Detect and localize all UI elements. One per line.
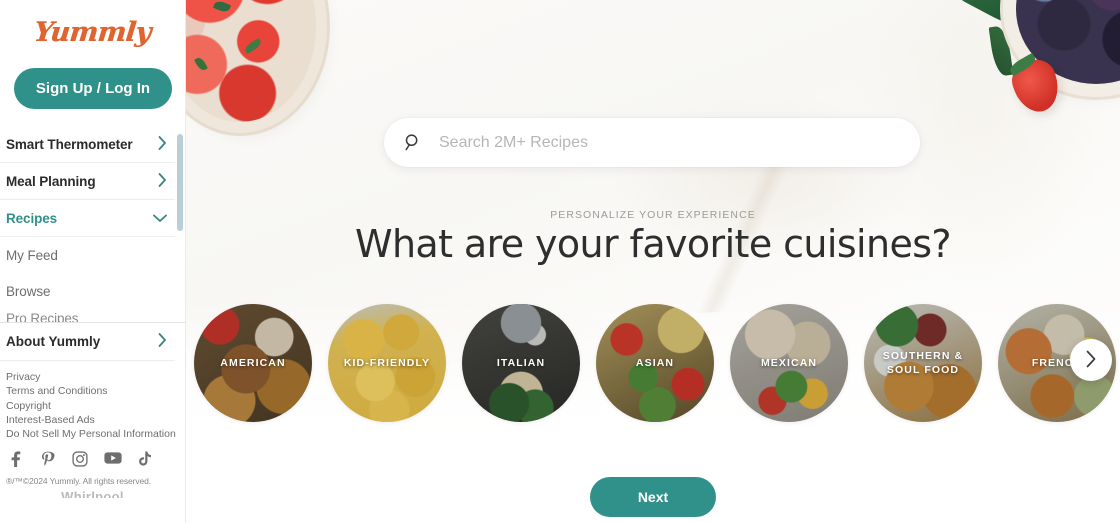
chevron-down-icon xyxy=(153,211,167,225)
sidebar-item-meal-planning[interactable]: Meal Planning xyxy=(0,163,175,200)
search-icon xyxy=(404,133,423,152)
cuisine-label: SOUTHERN & SOUL FOOD xyxy=(882,350,964,376)
sidebar-subitem-label: Browse xyxy=(6,283,51,299)
legal-link-copyright[interactable]: Copyright xyxy=(6,399,185,413)
legal-link-terms[interactable]: Terms and Conditions xyxy=(6,384,185,398)
legal-link-interest-based-ads[interactable]: Interest-Based Ads xyxy=(6,413,185,427)
logo-wrap: Yummly xyxy=(0,0,185,64)
sidebar-subitem-my-feed[interactable]: My Feed xyxy=(0,237,185,273)
search-bar[interactable] xyxy=(384,118,920,167)
yummly-logo[interactable]: Yummly xyxy=(33,17,153,48)
cuisine-card-kid-friendly[interactable]: KID-FRIENDLY xyxy=(328,304,446,422)
sidebar-subitem-browse[interactable]: Browse xyxy=(0,273,185,309)
cuisine-label: ITALIAN xyxy=(496,357,546,369)
sidebar-scrollbar-thumb[interactable] xyxy=(177,134,183,231)
cuisine-card-american[interactable]: AMERICAN xyxy=(194,304,312,422)
sign-up-login-button[interactable]: Sign Up / Log In xyxy=(14,68,172,109)
pinterest-icon[interactable] xyxy=(40,451,56,467)
cuisine-card-southern-soul-food[interactable]: SOUTHERN & SOUL FOOD xyxy=(864,304,982,422)
copyright-text: ®/™©2024 Yummly. All rights reserved. xyxy=(6,476,152,487)
chevron-right-icon xyxy=(158,173,167,189)
chevron-right-icon xyxy=(158,136,167,152)
page-title: What are your favorite cuisines? xyxy=(354,222,952,266)
social-links xyxy=(0,441,185,468)
sidebar-nav-scroll-area: Smart Thermometer Meal Planning Recipes … xyxy=(0,126,185,322)
sidebar-item-recipes[interactable]: Recipes xyxy=(0,200,175,237)
sidebar-subitem-label: My Feed xyxy=(6,247,58,263)
sidebar-item-label: Recipes xyxy=(6,210,58,226)
yummly-onboarding-page: Yummly Sign Up / Log In Smart Thermomete… xyxy=(0,0,1120,523)
sidebar-item-smart-thermometer[interactable]: Smart Thermometer xyxy=(0,126,175,163)
sidebar-subitem-pro-recipes[interactable]: Pro Recipes xyxy=(0,309,185,323)
facebook-icon[interactable] xyxy=(8,451,24,468)
sidebar-item-label: Smart Thermometer xyxy=(6,136,133,152)
sidebar-item-label: About Yummly xyxy=(6,334,101,349)
cuisine-label: ASIAN xyxy=(635,357,675,369)
legal-links: Privacy Terms and Conditions Copyright I… xyxy=(0,361,185,441)
search-input[interactable] xyxy=(439,133,869,152)
sidebar-item-label: Meal Planning xyxy=(6,173,96,189)
cuisine-carousel: AMERICAN KID-FRIENDLY ITALIAN ASIAN MEXI… xyxy=(186,304,1120,422)
whirlpool-logo: Whirlpool xyxy=(0,486,185,498)
eyebrow-text: PERSONALIZE YOUR EXPERIENCE xyxy=(550,209,756,221)
cuisine-card-mexican[interactable]: MEXICAN xyxy=(730,304,848,422)
cuisine-card-asian[interactable]: ASIAN xyxy=(596,304,714,422)
next-button[interactable]: Next xyxy=(590,477,716,517)
carousel-next-button[interactable] xyxy=(1070,339,1112,381)
whirlpool-label: Whirlpool xyxy=(61,489,124,499)
chevron-right-icon xyxy=(158,333,167,350)
cuisine-card-italian[interactable]: ITALIAN xyxy=(462,304,580,422)
youtube-icon[interactable] xyxy=(104,451,122,467)
cuisine-label: KID-FRIENDLY xyxy=(343,357,431,369)
sidebar-item-about-yummly[interactable]: About Yummly xyxy=(0,323,175,361)
legal-link-privacy[interactable]: Privacy xyxy=(6,370,185,384)
chevron-right-icon xyxy=(1085,350,1097,371)
sidebar-subitem-label: Pro Recipes xyxy=(6,310,79,323)
cuisine-label: MEXICAN xyxy=(760,357,818,369)
sidebar: Yummly Sign Up / Log In Smart Thermomete… xyxy=(0,0,186,523)
tiktok-icon[interactable] xyxy=(136,451,152,467)
main-content: PERSONALIZE YOUR EXPERIENCE What are you… xyxy=(186,0,1120,523)
cuisine-label: AMERICAN xyxy=(220,357,286,369)
instagram-icon[interactable] xyxy=(72,451,88,468)
legal-link-do-not-sell[interactable]: Do Not Sell My Personal Information xyxy=(6,427,185,441)
